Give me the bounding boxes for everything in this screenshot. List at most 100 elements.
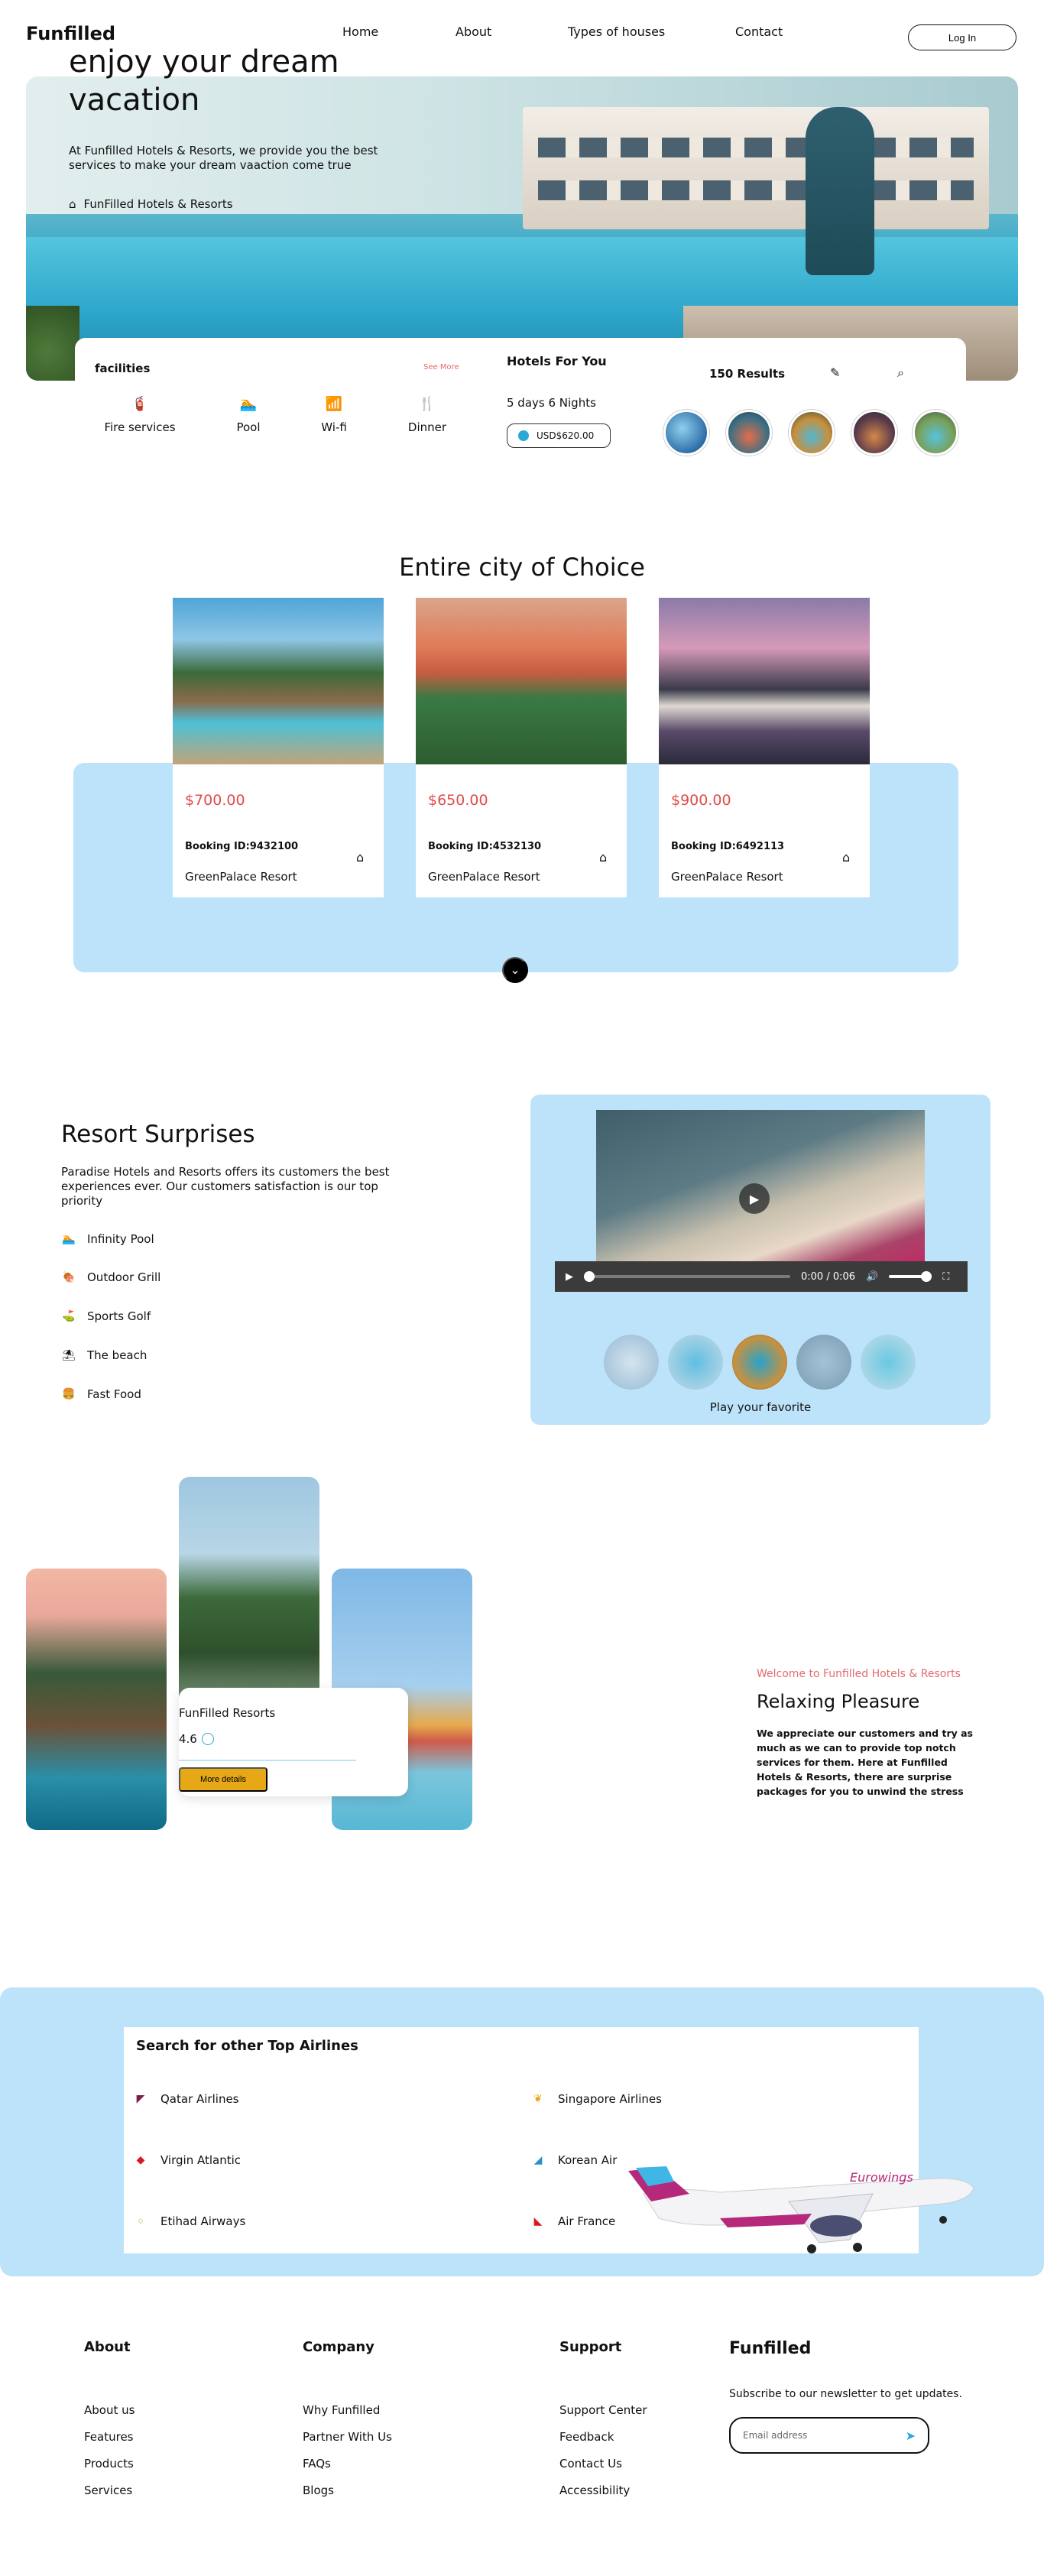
hotel-thumbnail[interactable]: [789, 410, 835, 456]
rating-value: 4.6: [179, 1732, 197, 1746]
city-card[interactable]: $700.00 Booking ID:9432100 GreenPalace R…: [173, 598, 384, 897]
price-pill[interactable]: USD$620.00: [507, 423, 611, 448]
newsletter-text: Subscribe to our newsletter to get updat…: [729, 2388, 962, 2400]
airline-item[interactable]: ◤ Qatar Airlines: [133, 2091, 239, 2107]
footer-heading-company: Company: [303, 2339, 374, 2355]
welcome-tagline: Welcome to Funfilled Hotels & Resorts: [757, 1668, 961, 1680]
search-icon[interactable]: ⌕: [897, 365, 904, 381]
golf-icon: ⛳: [62, 1310, 76, 1322]
airline-item[interactable]: ◇ Etihad Airways: [133, 2214, 246, 2229]
stay-duration: 5 days 6 Nights: [507, 396, 596, 410]
card-divider: [179, 1760, 356, 1761]
footer-link[interactable]: Products: [84, 2457, 134, 2471]
resort-surprises-title: Resort Surprises: [61, 1121, 255, 1148]
fullscreen-icon[interactable]: ⛶: [942, 1271, 949, 1283]
hotel-thumbnail[interactable]: [726, 410, 772, 456]
nav-link-contact[interactable]: Contact: [735, 24, 783, 39]
airline-item[interactable]: ◆ Virgin Atlantic: [133, 2153, 241, 2168]
video-progress-handle[interactable]: [584, 1271, 595, 1282]
qatar-airways-logo-icon: ◤: [136, 2093, 145, 2105]
singapore-airlines-logo-icon: ❦: [533, 2093, 543, 2105]
footer-link[interactable]: Services: [84, 2484, 132, 2497]
city-section-title: Entire city of Choice: [399, 553, 645, 582]
currency-icon: [518, 430, 529, 441]
footer-link[interactable]: Accessibility: [559, 2484, 630, 2497]
nav-link-types-of-houses[interactable]: Types of houses: [568, 24, 665, 39]
footer-link[interactable]: Support Center: [559, 2403, 647, 2417]
send-icon[interactable]: ➤: [906, 2428, 916, 2443]
volume-slider[interactable]: [889, 1271, 932, 1282]
grill-icon: 🍖: [62, 1271, 76, 1283]
airline-name: Air France: [558, 2214, 616, 2228]
hotel-thumbnail[interactable]: [663, 410, 709, 456]
pencil-icon[interactable]: ✎: [830, 365, 840, 380]
footer-link[interactable]: FAQs: [303, 2457, 331, 2471]
nav-link-about[interactable]: About: [456, 24, 491, 39]
resort-rating: 4.6: [179, 1732, 214, 1746]
smile-icon: [201, 1733, 214, 1745]
favorite-video-thumbnail[interactable]: [861, 1335, 916, 1390]
favorite-video-thumbnail[interactable]: [796, 1335, 851, 1390]
home-icon: ⌂: [599, 850, 608, 865]
resort-image: [416, 598, 627, 764]
facility-fire-services[interactable]: 🧯 Fire services: [98, 396, 182, 434]
footer-link[interactable]: Blogs: [303, 2484, 334, 2497]
airline-item[interactable]: ◣ Air France: [530, 2214, 616, 2229]
video-controls: ▶ 0:00 / 0:06 🔊 ⛶: [555, 1261, 968, 1292]
gallery-image: [179, 1477, 319, 1697]
city-card[interactable]: $650.00 Booking ID:4532130 GreenPalace R…: [416, 598, 627, 897]
resort-image: [173, 598, 384, 764]
footer-link[interactable]: Feedback: [559, 2430, 614, 2444]
airlines-title: Search for other Top Airlines: [136, 2038, 358, 2054]
home-icon: ⌂: [842, 850, 851, 865]
facility-wifi[interactable]: 📶 Wi-fi: [292, 396, 376, 434]
volume-handle[interactable]: [921, 1271, 932, 1282]
amenity-label: The beach: [87, 1348, 148, 1362]
facility-label: Wi-fi: [321, 420, 347, 434]
amenity-item: 🏊 Infinity Pool: [61, 1232, 154, 1246]
swimmer-icon: 🏊: [239, 396, 258, 412]
hamburger-icon: 🍔: [62, 1388, 76, 1400]
see-more-link[interactable]: See More: [423, 363, 459, 371]
relaxing-pleasure-text: We appreciate our customers and try as m…: [757, 1728, 974, 1797]
hero-banner: [26, 76, 1018, 381]
hotel-thumbnail[interactable]: [913, 410, 958, 456]
hotel-thumbnail[interactable]: [851, 410, 897, 456]
airline-name: Singapore Airlines: [558, 2092, 662, 2106]
city-card-name: GreenPalace Resort: [671, 870, 783, 884]
favorite-video-thumbnail[interactable]: [732, 1335, 787, 1390]
hero-title: enjoy your dream vacation: [69, 44, 339, 118]
amenity-label: Outdoor Grill: [87, 1270, 161, 1284]
facility-dinner[interactable]: 🍴 Dinner: [385, 396, 469, 434]
results-count: 150 Results: [709, 367, 786, 381]
chevron-down-icon[interactable]: ⌄: [502, 957, 528, 983]
airline-name: Qatar Airlines: [160, 2092, 239, 2106]
airline-item[interactable]: ◢ Korean Air: [530, 2153, 618, 2168]
volume-icon[interactable]: 🔊: [866, 1271, 878, 1283]
login-button[interactable]: Log In: [908, 24, 1016, 50]
more-details-button[interactable]: More details: [179, 1767, 267, 1792]
footer-link[interactable]: Contact Us: [559, 2457, 622, 2471]
city-card[interactable]: $900.00 Booking ID:6492113 GreenPalace R…: [659, 598, 870, 897]
footer-link[interactable]: Partner With Us: [303, 2430, 392, 2444]
city-card-price: $650.00: [428, 792, 488, 809]
footer-link[interactable]: About us: [84, 2403, 135, 2417]
email-input[interactable]: Email address: [743, 2430, 807, 2441]
resort-image: [659, 598, 870, 764]
amenity-item: ⛳ Sports Golf: [61, 1309, 151, 1323]
play-button-icon[interactable]: ▶: [566, 1271, 573, 1283]
play-icon[interactable]: ▶: [739, 1183, 770, 1214]
footer-link[interactable]: Features: [84, 2430, 134, 2444]
amenity-item: ⛱ The beach: [61, 1348, 147, 1362]
airline-item[interactable]: ❦ Singapore Airlines: [530, 2091, 662, 2107]
nav-link-home[interactable]: Home: [342, 24, 378, 39]
favorite-video-thumbnail[interactable]: [668, 1335, 723, 1390]
site-logo[interactable]: Funfilled: [26, 23, 115, 44]
facility-pool[interactable]: 🏊 Pool: [206, 396, 290, 434]
video-progress-track[interactable]: [584, 1271, 790, 1282]
footer-link[interactable]: Why Funfilled: [303, 2403, 380, 2417]
favorite-video-thumbnail[interactable]: [604, 1335, 659, 1390]
city-card-booking-id: Booking ID:6492113: [671, 841, 785, 852]
airplane-image: Eurowings: [628, 2166, 974, 2253]
home-icon: ⌂: [69, 197, 76, 211]
